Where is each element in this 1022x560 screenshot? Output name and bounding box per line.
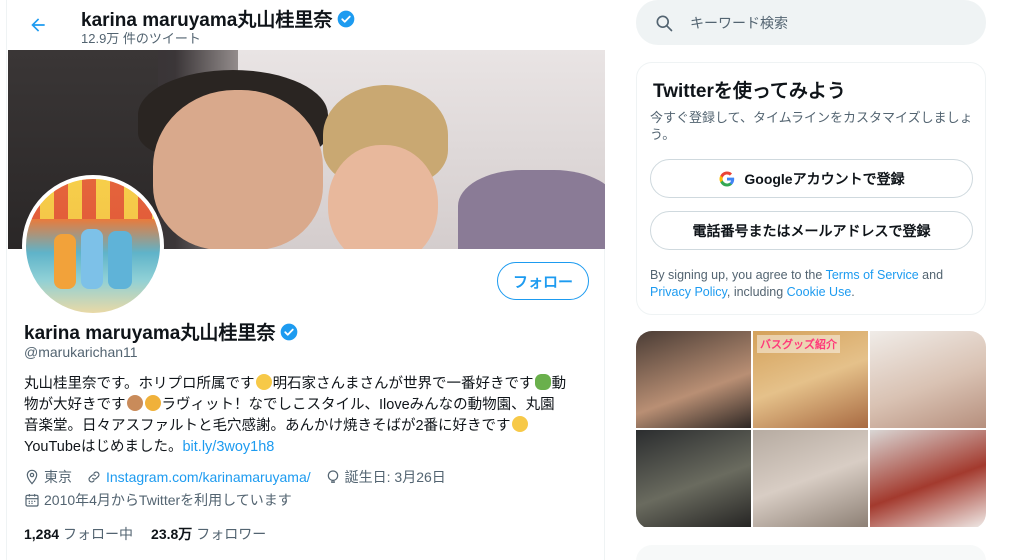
google-signup-label: Googleアカウントで登録	[744, 170, 905, 187]
profile-avatar[interactable]	[22, 175, 164, 317]
arrow-left-icon	[31, 18, 45, 32]
signup-legal-text: By signing up, you agree to the Terms of…	[650, 267, 975, 301]
profile-bio: 丸山桂里奈です。ホリプロ所属です 明石家さんまさんが世界で一番好きです 動 物が大好…	[24, 374, 594, 458]
avatar-canopy	[26, 179, 160, 219]
follow-button[interactable]: フォロー	[497, 262, 589, 300]
banner-figure-face	[153, 90, 323, 249]
banner-figure-sweater	[458, 170, 605, 249]
balloon-icon	[327, 470, 338, 483]
bio-line: YouTubeはじめました。bit.ly/3woy1h8	[24, 437, 594, 458]
followers-label: フォロワー	[196, 526, 267, 542]
display-name-text: karina maruyama丸山桂里奈	[24, 323, 276, 344]
next-sidebar-card	[636, 545, 986, 560]
phone-email-signup-button[interactable]: 電話番号またはメールアドレスで登録	[650, 211, 973, 250]
joined-item: 2010年4月からTwitterを利用しています	[24, 490, 292, 510]
bio-line: 丸山桂里奈です。ホリプロ所属です 明石家さんまさんが世界で一番好きです 動	[24, 374, 594, 395]
legal-text: .	[851, 285, 855, 299]
birthday-text: 誕生日: 3月26日	[344, 469, 446, 485]
media-thumbnail[interactable]	[870, 430, 986, 527]
person-emoji-icon	[255, 374, 272, 390]
media-thumbnail[interactable]	[753, 430, 868, 527]
cucumber-emoji-icon	[534, 374, 551, 390]
bio-text: 動	[551, 376, 567, 392]
media-thumbnail[interactable]	[636, 331, 751, 428]
calendar-icon	[25, 494, 39, 507]
link-icon	[88, 471, 100, 483]
search-input[interactable]: キーワード検索	[636, 0, 986, 45]
banner-figure-face-2	[328, 145, 438, 249]
bio-text: 明石家さんまさんが世界で一番好きです	[272, 376, 534, 392]
location-text: 東京	[44, 469, 72, 485]
legal-text: and	[922, 268, 944, 282]
bio-line: 物が大好きです ラヴィット！なでしこスタイル、Iloveみんなの動物園、丸園	[24, 395, 594, 416]
birthday-item: 誕生日: 3月26日	[325, 467, 446, 487]
back-button[interactable]	[21, 8, 55, 42]
media-thumbnail-grid: バスグッズ紹介	[636, 331, 986, 529]
location-pin-icon	[26, 469, 38, 485]
location-item: 東京	[24, 467, 72, 487]
followers-count: 23.8万	[151, 526, 193, 542]
twitter-profile-page: karina maruyama丸山桂里奈 12.9万 件のツイート フォロー k…	[0, 0, 1022, 560]
cookie-link[interactable]: Cookie Use	[787, 285, 852, 299]
signup-subtitle: 今すぐ登録して、タイムラインをカスタマイズしましょう。	[650, 110, 973, 142]
signup-title: Twitterを使ってみよう	[653, 81, 846, 102]
search-placeholder: キーワード検索	[690, 14, 788, 31]
website-link[interactable]: Instagram.com/karinamaruyama/	[106, 469, 311, 485]
astonished-face-emoji-icon	[511, 416, 528, 432]
verified-badge-icon	[337, 10, 355, 27]
search-icon	[654, 12, 676, 34]
bio-text: 音楽堂。日々アスファルトと毛穴感謝。あんかけ焼きそばが2番に好きです	[24, 418, 511, 434]
tweet-count: 12.9万 件のツイート	[81, 31, 201, 46]
media-thumbnail[interactable]: バスグッズ紹介	[753, 331, 868, 428]
cat-emoji-icon	[144, 395, 161, 411]
bio-text: ラヴィット！なでしこスタイル、Iloveみんなの動物園、丸園	[161, 397, 555, 413]
media-caption: バスグッズ紹介	[757, 335, 840, 353]
terms-link[interactable]: Terms of Service	[826, 268, 919, 282]
google-signup-button[interactable]: Googleアカウントで登録	[650, 159, 973, 198]
profile-display-name: karina maruyama丸山桂里奈	[24, 318, 299, 345]
bio-link[interactable]: bit.ly/3woy1h8	[182, 439, 274, 455]
dog-emoji-icon	[126, 395, 143, 411]
verified-badge-icon	[280, 323, 298, 340]
avatar-person	[108, 231, 132, 289]
following-link[interactable]: 1,284 フォロー中	[24, 524, 133, 544]
bio-text: 物が大好きです	[24, 397, 126, 413]
profile-column: karina maruyama丸山桂里奈 12.9万 件のツイート フォロー k…	[6, 0, 605, 560]
following-label: フォロー中	[63, 526, 134, 542]
following-count: 1,284	[24, 526, 60, 542]
bio-text: YouTubeはじめました。	[24, 439, 183, 455]
website-item: Instagram.com/karinamaruyama/	[86, 469, 311, 485]
profile-header-bar: karina maruyama丸山桂里奈 12.9万 件のツイート	[7, 0, 605, 50]
google-logo-icon	[719, 171, 735, 186]
bio-line: 音楽堂。日々アスファルトと毛穴感謝。あんかけ焼きそばが2番に好きです	[24, 416, 594, 437]
avatar-person	[81, 229, 103, 289]
profile-handle: @marukarichan11	[24, 344, 138, 360]
profile-meta-row: 東京 Instagram.com/karinamaruyama/ 誕生日: 3月…	[24, 467, 460, 487]
joined-text: 2010年4月からTwitterを利用しています	[44, 492, 292, 508]
media-thumbnail[interactable]	[870, 331, 986, 428]
phone-email-signup-label: 電話番号またはメールアドレスで登録	[692, 222, 931, 239]
signup-card: Twitterを使ってみよう 今すぐ登録して、タイムラインをカスタマイズしましょ…	[636, 62, 986, 315]
avatar-person	[54, 234, 76, 289]
joined-row: 2010年4月からTwitterを利用しています	[24, 490, 306, 510]
media-thumbnail[interactable]	[636, 430, 751, 527]
followers-link[interactable]: 23.8万 フォロワー	[151, 524, 266, 544]
bio-text: 丸山桂里奈です。ホリプロ所属です	[24, 376, 255, 392]
follow-stats: 1,284 フォロー中 23.8万 フォロワー	[24, 524, 266, 544]
privacy-link[interactable]: Privacy Policy	[650, 285, 727, 299]
legal-text: By signing up, you agree to the	[650, 268, 823, 282]
legal-text: , including	[726, 285, 784, 299]
